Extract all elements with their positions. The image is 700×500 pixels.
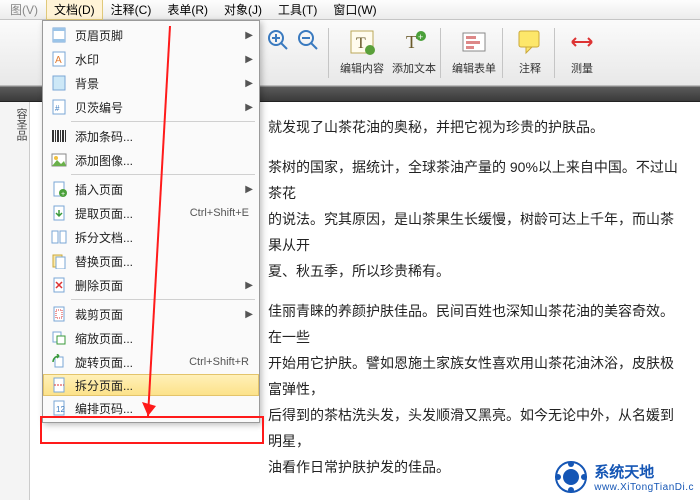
- submenu-arrow-icon: ▶: [245, 30, 253, 41]
- menu-item[interactable]: 提取页面...Ctrl+Shift+E: [43, 201, 259, 225]
- menu-item[interactable]: 拆分文档...: [43, 225, 259, 249]
- annotate-label: 注释: [519, 60, 541, 76]
- menu-document[interactable]: 文档(D): [46, 0, 103, 20]
- menu-tools[interactable]: 工具(T): [270, 0, 325, 20]
- submenu-arrow-icon: ▶: [245, 280, 253, 291]
- menu-item-label: 插入页面: [75, 181, 245, 198]
- svg-text:+: +: [418, 32, 423, 42]
- menu-item[interactable]: 删除页面▶: [43, 273, 259, 297]
- menu-item-label: 提取页面...: [75, 205, 190, 222]
- svg-text:+: +: [61, 191, 65, 197]
- paragraph: 佳丽青睐的养颜护肤佳品。民间百姓也深知山茶花油的美容奇效。在一些 开始用它护肤。…: [268, 298, 682, 480]
- menu-item[interactable]: 拆分页面...: [43, 374, 259, 396]
- menu-item[interactable]: 裁剪页面▶: [43, 302, 259, 326]
- edit-content-icon[interactable]: T: [346, 26, 378, 58]
- insert-page-icon: +: [49, 180, 69, 198]
- image-icon: [49, 151, 69, 169]
- menu-item-label: 替换页面...: [75, 253, 253, 270]
- menubar: 图(V) 文档(D) 注释(C) 表单(R) 对象(J) 工具(T) 窗口(W): [0, 0, 700, 20]
- watermark: 系统天地 www.XiTongTianDi.c: [554, 460, 694, 494]
- menu-item[interactable]: 替换页面...: [43, 249, 259, 273]
- submenu-arrow-icon: ▶: [245, 54, 253, 65]
- watermark-title: 系统天地: [594, 461, 694, 482]
- svg-text:12: 12: [56, 405, 65, 414]
- delete-page-icon: [49, 276, 69, 294]
- menu-item-label: 拆分页面...: [75, 377, 253, 394]
- menu-item-label: 贝茨编号: [75, 99, 245, 116]
- menu-item[interactable]: 旋转页面...Ctrl+Shift+R: [43, 350, 259, 374]
- menu-item-label: 编排页码...: [75, 400, 253, 417]
- menu-item-label: 缩放页面...: [75, 330, 253, 347]
- menu-item-label: 拆分文档...: [75, 229, 253, 246]
- side-strip: 容圣品: [0, 102, 30, 500]
- menu-shortcut: Ctrl+Shift+E: [190, 207, 249, 219]
- menu-item-label: 裁剪页面: [75, 306, 245, 323]
- menu-item[interactable]: 12 编排页码...: [43, 396, 259, 420]
- menu-item[interactable]: 添加条码...: [43, 124, 259, 148]
- menu-item-label: 旋转页面...: [75, 354, 189, 371]
- menu-object[interactable]: 对象(J): [216, 0, 270, 20]
- watermark-logo-icon: [554, 460, 588, 494]
- svg-text:A: A: [55, 55, 62, 66]
- split-page-icon: [49, 376, 69, 394]
- scale-page-icon: [49, 329, 69, 347]
- submenu-arrow-icon: ▶: [245, 78, 253, 89]
- replace-page-icon: [49, 252, 69, 270]
- renumber-icon: 12: [49, 399, 69, 417]
- watermark-url: www.XiTongTianDi.c: [594, 482, 694, 493]
- menu-shortcut: Ctrl+Shift+R: [189, 356, 249, 368]
- menu-annotate[interactable]: 注释(C): [103, 0, 160, 20]
- menu-window[interactable]: 窗口(W): [325, 0, 384, 20]
- annotate-icon[interactable]: [514, 26, 546, 58]
- menu-item-label: 水印: [75, 51, 245, 68]
- svg-text:T: T: [356, 35, 366, 52]
- submenu-arrow-icon: ▶: [245, 102, 253, 113]
- menu-view[interactable]: 图(V): [2, 0, 46, 20]
- submenu-arrow-icon: ▶: [245, 184, 253, 195]
- split-doc-icon: [49, 228, 69, 246]
- barcode-icon: [49, 127, 69, 145]
- measure-label: 测量: [571, 60, 593, 76]
- edit-content-label: 编辑内容: [340, 60, 384, 76]
- zoom-in-icon[interactable]: [266, 28, 290, 52]
- paragraph: 就发现了山茶花油的奥秘，并把它视为珍贵的护肤品。: [268, 114, 682, 140]
- menu-item-label: 页眉页脚: [75, 27, 245, 44]
- menu-item[interactable]: A 水印▶: [43, 47, 259, 71]
- watermark-icon: A: [49, 50, 69, 68]
- add-text-label: 添加文本: [392, 60, 436, 76]
- menu-item[interactable]: 缩放页面...: [43, 326, 259, 350]
- menu-item[interactable]: 添加图像...: [43, 148, 259, 172]
- extract-page-icon: [49, 204, 69, 222]
- menu-item-label: 背景: [75, 75, 245, 92]
- document-content: 就发现了山茶花油的奥秘，并把它视为珍贵的护肤品。 茶树的国家，据统计，全球茶油产…: [256, 102, 700, 500]
- menu-item[interactable]: + 插入页面▶: [43, 177, 259, 201]
- edit-form-label: 编辑表单: [452, 60, 496, 76]
- menu-item[interactable]: 页眉页脚▶: [43, 23, 259, 47]
- submenu-arrow-icon: ▶: [245, 309, 253, 320]
- measure-icon[interactable]: [566, 26, 598, 58]
- svg-text:#: #: [55, 104, 60, 113]
- background-icon: [49, 74, 69, 92]
- crop-page-icon: [49, 305, 69, 323]
- paragraph: 茶树的国家，据统计，全球茶油产量的 90%以上来自中国。不过山茶花 的说法。究其…: [268, 154, 682, 284]
- menu-item-label: 添加图像...: [75, 152, 253, 169]
- bates-icon: #: [49, 98, 69, 116]
- add-text-icon[interactable]: T+: [398, 26, 430, 58]
- menu-item[interactable]: 背景▶: [43, 71, 259, 95]
- document-menu-dropdown: 页眉页脚▶A水印▶背景▶#贝茨编号▶添加条码...添加图像...+插入页面▶提取…: [42, 20, 260, 423]
- header-footer-icon: [49, 26, 69, 44]
- menu-item-label: 删除页面: [75, 277, 245, 294]
- zoom-out-icon[interactable]: [296, 28, 320, 52]
- menu-item[interactable]: # 贝茨编号▶: [43, 95, 259, 119]
- menu-form[interactable]: 表单(R): [159, 0, 216, 20]
- rotate-page-icon: [49, 353, 69, 371]
- menu-item-label: 添加条码...: [75, 128, 253, 145]
- svg-text:T: T: [406, 32, 417, 52]
- edit-form-icon[interactable]: [458, 26, 490, 58]
